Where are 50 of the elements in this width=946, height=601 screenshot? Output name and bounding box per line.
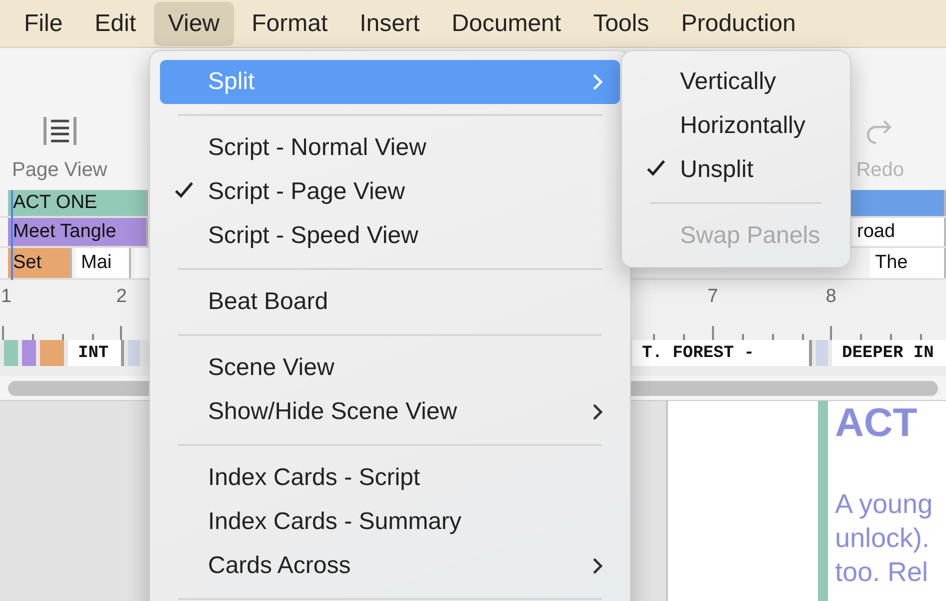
chevron-right-icon bbox=[592, 403, 604, 421]
menu-title[interactable]: File bbox=[10, 2, 77, 46]
summary-line: A young bbox=[835, 488, 933, 521]
menu-title[interactable]: Tools bbox=[579, 2, 664, 46]
track-block[interactable]: road bbox=[852, 218, 946, 246]
menu-item[interactable]: Scene View bbox=[160, 346, 620, 390]
ruler-number: 8 bbox=[826, 286, 836, 308]
summary-line: unlock). bbox=[835, 522, 931, 555]
toolbar-button[interactable]: Page View bbox=[12, 117, 108, 182]
scene-block[interactable] bbox=[4, 340, 18, 366]
track-block[interactable]: Set bbox=[8, 248, 72, 278]
scene-block[interactable] bbox=[816, 340, 828, 366]
menu-item[interactable]: Cards Across bbox=[160, 544, 620, 588]
menu-item[interactable]: Script - Page View bbox=[160, 170, 620, 214]
scene-block[interactable]: INT bbox=[68, 340, 124, 366]
redo-icon bbox=[866, 119, 894, 145]
menu-item[interactable]: Beat Board bbox=[160, 280, 620, 324]
menu-title[interactable]: Format bbox=[238, 2, 342, 46]
chevron-right-icon bbox=[592, 557, 604, 575]
menu-item[interactable]: Horizontally bbox=[632, 104, 840, 148]
checkmark-icon bbox=[646, 159, 666, 177]
track-block[interactable]: ACT ONE bbox=[8, 190, 148, 216]
menu-title[interactable]: Production bbox=[667, 2, 810, 46]
menu-item[interactable]: Unsplit bbox=[632, 148, 840, 192]
menu-title[interactable]: Document bbox=[438, 2, 576, 46]
menu-item[interactable]: Vertically bbox=[632, 60, 840, 104]
page-view-icon bbox=[42, 117, 77, 145]
menu-item[interactable]: Show/Hide Scene View bbox=[160, 390, 620, 434]
ruler-number: 2 bbox=[116, 286, 127, 308]
track-block[interactable]: Meet Tangle bbox=[8, 218, 148, 246]
menu-item[interactable]: Index Cards - Summary bbox=[160, 500, 620, 544]
scene-block[interactable] bbox=[22, 340, 36, 366]
chevron-right-icon bbox=[592, 73, 604, 91]
menu-item[interactable]: Index Cards - Script bbox=[160, 456, 620, 500]
menu-item[interactable]: Script - Speed View bbox=[160, 214, 620, 258]
menu-item[interactable]: Script - Normal View bbox=[160, 126, 620, 170]
menu-title[interactable]: Insert bbox=[346, 2, 434, 46]
menu-title[interactable]: View bbox=[154, 2, 234, 46]
scene-block[interactable]: T. FOREST - bbox=[632, 340, 812, 366]
track-block[interactable]: Mai bbox=[76, 248, 131, 278]
act-heading: ACT bbox=[835, 401, 918, 445]
track-block[interactable]: The bbox=[870, 248, 946, 278]
ruler-number: 7 bbox=[708, 286, 718, 308]
summary-line: too. Rel bbox=[835, 556, 930, 589]
ruler-number: 1 bbox=[1, 286, 12, 308]
scene-block[interactable] bbox=[128, 340, 140, 366]
scene-block[interactable]: DEEPER IN bbox=[832, 340, 946, 366]
checkmark-icon bbox=[174, 181, 194, 199]
menu-title[interactable]: Edit bbox=[80, 2, 150, 46]
scene-block[interactable] bbox=[40, 340, 64, 366]
